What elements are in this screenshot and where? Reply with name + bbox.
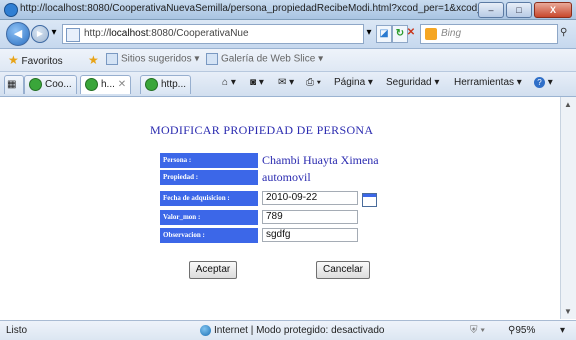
page-icon <box>206 53 218 65</box>
home-button[interactable]: ⌂ ▾ <box>222 77 236 88</box>
compatibility-icon: ◪ <box>379 28 389 39</box>
address-input[interactable]: http://localhost:8080/CooperativaNue <box>62 24 364 44</box>
suggested-sites-link[interactable]: Sitios sugeridos ▾ <box>106 53 199 65</box>
valor-label: Valor_mon : <box>160 210 258 225</box>
page-icon <box>66 28 80 42</box>
help-icon: ? <box>534 77 545 88</box>
title-bar: http://localhost:8080/CooperativaNuevaSe… <box>0 0 576 20</box>
calendar-icon[interactable] <box>362 193 377 207</box>
persona-label: Persona : <box>160 153 258 168</box>
close-button[interactable]: X <box>534 2 572 18</box>
security-menu[interactable]: Seguridad ▾ <box>386 77 439 88</box>
scroll-down-icon[interactable]: ▼ <box>564 307 572 316</box>
protected-mode-button[interactable]: ⛨ ▾ <box>470 321 485 340</box>
maximize-button[interactable]: □ <box>506 2 532 18</box>
rss-icon: ◙ <box>250 77 257 88</box>
print-icon: ⎙ <box>306 77 314 88</box>
fecha-label: Fecha de adquisicion : <box>160 191 258 206</box>
zoom-button[interactable]: ⚲95% <box>508 321 535 340</box>
recent-pages-dropdown[interactable]: ▾ <box>49 25 59 41</box>
quick-tabs-button[interactable]: ▦ <box>4 75 24 94</box>
forward-button[interactable]: ▶ <box>31 25 49 43</box>
quick-tabs-icon: ▦ <box>7 79 17 90</box>
back-arrow-icon: ◀ <box>13 28 23 40</box>
observacion-label: Observacion : <box>160 228 258 243</box>
close-tab-icon[interactable]: ✕ <box>118 79 126 90</box>
page-menu[interactable]: Página ▾ <box>334 77 373 88</box>
window-title: http://localhost:8080/CooperativaNuevaSe… <box>20 3 490 14</box>
compatibility-view-button[interactable]: ◪ <box>376 25 392 43</box>
vertical-scrollbar[interactable]: ▲ ▼ <box>560 97 576 319</box>
tab-label: h... <box>101 79 115 90</box>
ie-logo-icon <box>4 3 18 17</box>
bing-icon <box>425 28 437 40</box>
mail-button[interactable]: ✉ ▾ <box>278 77 294 88</box>
zoom-level: 95% <box>515 325 536 336</box>
cancel-button[interactable]: Cancelar <box>316 261 370 279</box>
tab-label: http... <box>161 79 187 90</box>
security-zone-label: Internet | Modo protegido: desactivado <box>214 325 385 336</box>
favorites-label: Favoritos <box>21 56 63 67</box>
feeds-button[interactable]: ◙ ▾ <box>250 77 264 88</box>
stop-button[interactable]: ✕ <box>406 25 416 41</box>
web-slice-gallery-label: Galería de Web Slice ▾ <box>221 53 324 65</box>
home-icon: ⌂ <box>222 77 229 88</box>
status-bar: Listo Internet | Modo protegido: desacti… <box>0 320 576 340</box>
search-icon: ⚲ <box>560 27 568 38</box>
window-controls: – □ X <box>478 2 572 18</box>
ie-page-icon <box>145 77 158 91</box>
favorites-bar: ★ Favoritos ★ Sitios sugeridos ▾ Galería… <box>0 49 576 72</box>
star-icon: ★ <box>8 53 19 67</box>
web-slice-gallery-link[interactable]: Galería de Web Slice ▾ <box>206 53 323 65</box>
globe-icon <box>200 324 211 336</box>
accept-button[interactable]: Aceptar <box>189 261 237 279</box>
page-content: MODIFICAR PROPIEDAD DE PERSONA Persona :… <box>0 97 560 319</box>
address-dropdown[interactable]: ▾ <box>364 25 374 41</box>
address-toolbar: ◀ ▶ ▾ http://localhost:8080/CooperativaN… <box>0 20 576 49</box>
print-button[interactable]: ⎙ ▾ <box>306 77 321 88</box>
persona-value: Chambi Huayta Ximena <box>262 153 379 167</box>
status-text: Listo <box>6 325 28 336</box>
url-prefix: http:// <box>84 28 110 39</box>
refresh-icon: ↻ <box>395 28 405 39</box>
ie-page-icon <box>85 77 98 91</box>
stop-icon: ✕ <box>406 27 416 38</box>
search-input[interactable]: Bing <box>420 24 558 44</box>
page-title: MODIFICAR PROPIEDAD DE PERSONA <box>150 123 374 137</box>
propiedad-label: Propiedad : <box>160 170 258 185</box>
security-zone[interactable]: Internet | Modo protegido: desactivado <box>200 321 384 340</box>
back-button[interactable]: ◀ <box>6 22 30 46</box>
propiedad-value: automovil <box>262 170 311 184</box>
mail-icon: ✉ <box>278 77 287 88</box>
suggested-sites-label: Sitios sugeridos ▾ <box>121 53 200 65</box>
help-button[interactable]: ? ▾ <box>534 77 553 88</box>
search-button[interactable]: ⚲ <box>560 27 567 38</box>
minimize-button[interactable]: – <box>478 2 504 18</box>
tab-1[interactable]: Coo... <box>24 75 77 94</box>
zoom-dropdown[interactable]: ▾ <box>560 321 565 340</box>
shield-icon: ⛨ <box>470 325 478 336</box>
favorites-button[interactable]: ★ Favoritos <box>8 53 63 67</box>
tab-label: Coo... <box>45 79 72 90</box>
add-favorite-button[interactable]: ★ <box>88 53 99 67</box>
url-host: localhost <box>109 28 149 39</box>
search-placeholder: Bing <box>441 28 462 39</box>
scroll-up-icon[interactable]: ▲ <box>564 100 572 109</box>
valor-input[interactable] <box>262 210 358 224</box>
fecha-input[interactable] <box>262 191 358 205</box>
tab-bar: ▦ Coo... h... ✕ http... ⌂ ▾ ◙ ▾ ✉ ▾ ⎙ ▾ … <box>0 72 576 97</box>
page-icon <box>106 53 118 65</box>
add-favorite-icon: ★ <box>88 53 99 67</box>
ie-page-icon <box>29 77 42 91</box>
tab-2[interactable]: h... ✕ <box>80 75 132 94</box>
forward-arrow-icon: ▶ <box>36 29 44 38</box>
tab-3[interactable]: http... <box>140 75 192 94</box>
url-rest: :8080/CooperativaNue <box>148 28 249 39</box>
tools-menu[interactable]: Herramientas ▾ <box>454 77 522 88</box>
observacion-input[interactable] <box>262 228 358 242</box>
